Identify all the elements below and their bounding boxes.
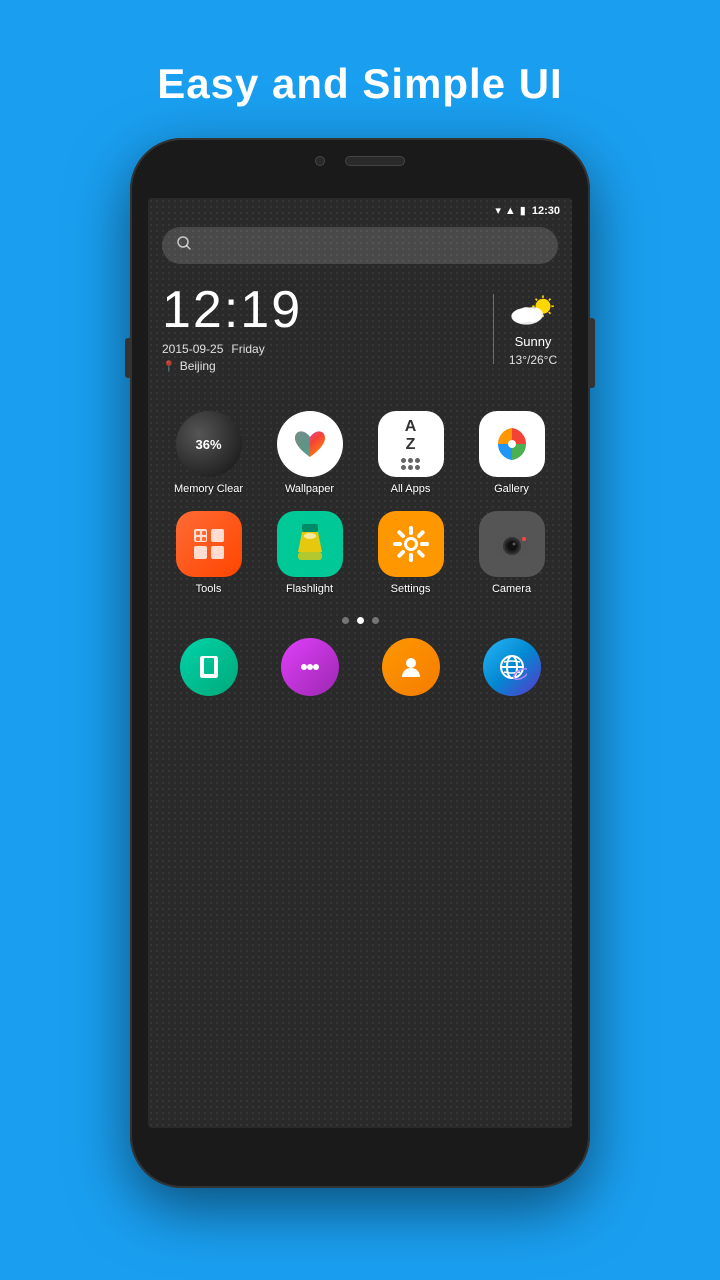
app-label-memory: Memory Clear <box>174 483 243 495</box>
app-label-tools: Tools <box>196 583 222 595</box>
app-icon-camera <box>479 511 545 577</box>
widget-divider <box>493 294 494 364</box>
dot-1 <box>342 617 349 624</box>
wifi-icon: ▾ <box>495 204 501 217</box>
app-label-allapps: All Apps <box>391 483 431 495</box>
apps-grid-row1: 36% Memory Clear <box>148 383 572 503</box>
dock-browser[interactable] <box>483 638 541 696</box>
phone-screen: ▾ ▲ ▮ 12:30 12:19 <box>148 198 572 1128</box>
app-icon-flashlight <box>277 511 343 577</box>
dock-bar <box>148 632 572 700</box>
speaker <box>345 156 405 166</box>
status-icons: ▾ ▲ ▮ <box>495 204 525 217</box>
app-label-settings: Settings <box>391 583 431 595</box>
weather-description: Sunny <box>515 334 552 349</box>
app-icon-gallery <box>479 411 545 477</box>
app-icon-tools <box>176 511 242 577</box>
app-wallpaper[interactable]: Wallpaper <box>259 403 360 503</box>
app-label-camera: Camera <box>492 583 531 595</box>
weather-temperature: 13°/26°C <box>509 353 557 367</box>
dock-contacts[interactable] <box>382 638 440 696</box>
app-tools[interactable]: Tools <box>158 503 259 603</box>
clock-section: 12:19 2015-09-25 Friday 📍 Beijing <box>162 284 479 373</box>
page-indicator <box>148 617 572 624</box>
volume-button <box>125 338 130 378</box>
dock-phone[interactable] <box>180 638 238 696</box>
battery-icon: ▮ <box>520 204 526 217</box>
app-label-flashlight: Flashlight <box>286 583 333 595</box>
app-camera[interactable]: Camera <box>461 503 562 603</box>
weather-section: Sunny 13°/26°C <box>508 290 558 367</box>
dock-message[interactable] <box>281 638 339 696</box>
app-icon-wallpaper <box>277 411 343 477</box>
phone-top <box>315 156 405 166</box>
memory-percent: 36% <box>195 437 221 452</box>
headline: Easy and Simple UI <box>157 60 562 108</box>
app-gallery[interactable]: Gallery <box>461 403 562 503</box>
clock-date-row: 2015-09-25 Friday <box>162 342 479 356</box>
power-button <box>590 318 595 388</box>
status-time: 12:30 <box>532 205 560 217</box>
app-icon-settings <box>378 511 444 577</box>
signal-icon: ▲ <box>505 205 516 217</box>
weather-icon <box>508 290 558 330</box>
phone-mockup: ▾ ▲ ▮ 12:30 12:19 <box>130 138 590 1188</box>
front-camera <box>315 156 325 166</box>
az-label: AZ <box>405 418 417 453</box>
app-label-gallery: Gallery <box>494 483 529 495</box>
phone-body: ▾ ▲ ▮ 12:30 12:19 <box>130 138 590 1188</box>
clock-time: 12:19 <box>162 284 479 336</box>
clock-day: Friday <box>231 342 264 356</box>
dot-3 <box>372 617 379 624</box>
app-label-wallpaper: Wallpaper <box>285 483 334 495</box>
app-memory-clear[interactable]: 36% Memory Clear <box>158 403 259 503</box>
search-icon <box>176 235 192 256</box>
app-flashlight[interactable]: Flashlight <box>259 503 360 603</box>
clock-location: Beijing <box>180 359 216 373</box>
dot-2-active <box>357 617 364 624</box>
app-icon-allapps: AZ <box>378 411 444 477</box>
app-icon-memory: 36% <box>176 411 242 477</box>
app-settings[interactable]: Settings <box>360 503 461 603</box>
clock-date: 2015-09-25 <box>162 342 223 356</box>
search-bar[interactable] <box>162 227 558 264</box>
clock-location-row: 📍 Beijing <box>162 359 479 373</box>
clock-weather-widget: 12:19 2015-09-25 Friday 📍 Beijing <box>148 274 572 383</box>
status-bar: ▾ ▲ ▮ 12:30 <box>148 198 572 223</box>
location-pin-icon: 📍 <box>162 360 176 373</box>
app-all-apps[interactable]: AZ All Apps <box>360 403 461 503</box>
apps-grid-row2: Tools Flashlight <box>148 503 572 613</box>
